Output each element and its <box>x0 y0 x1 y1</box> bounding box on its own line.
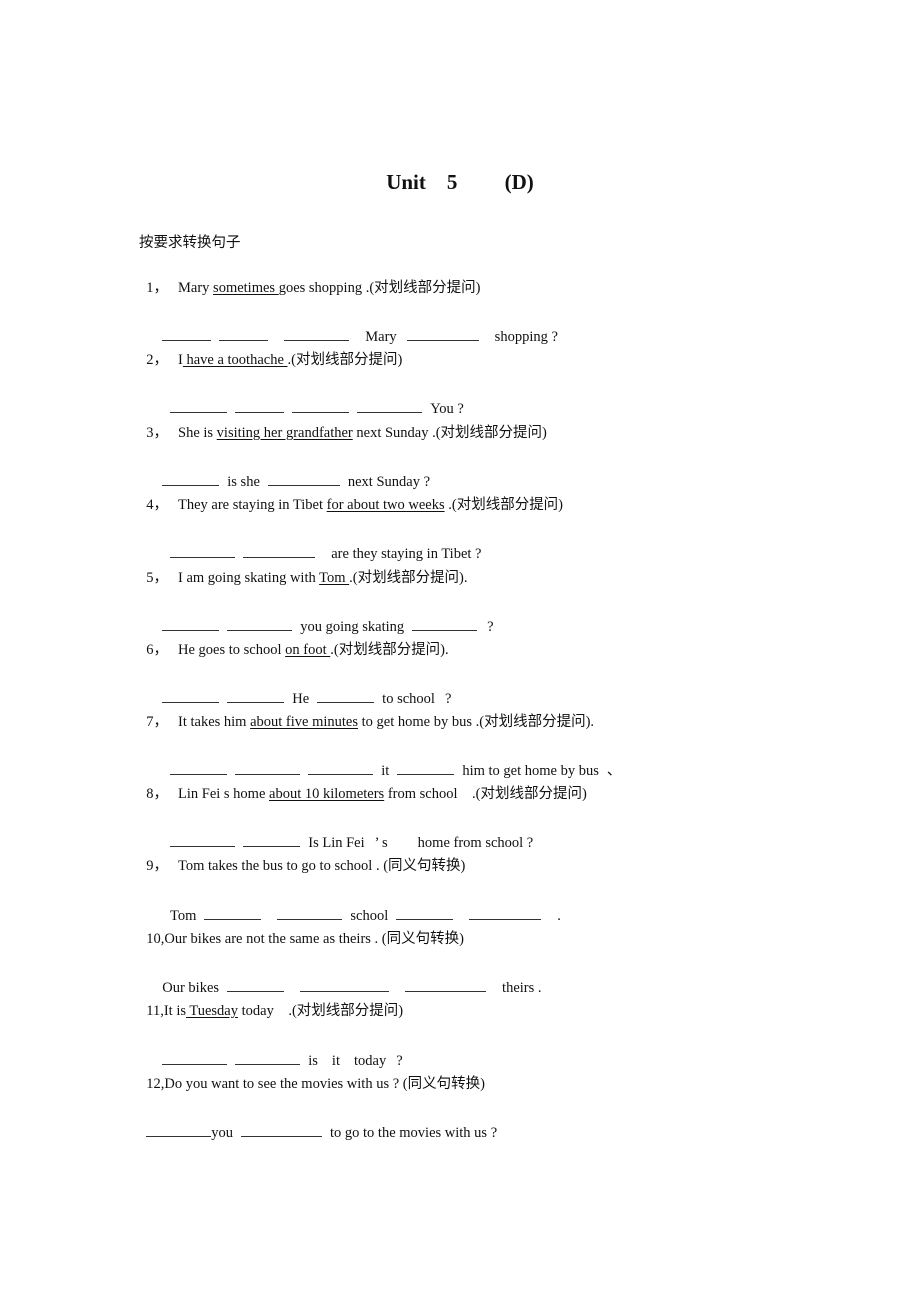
question-text: goes shopping .(对划线部分提问) <box>278 280 481 296</box>
underlined-text: Tuesday <box>186 1003 238 1019</box>
question-number: 2， <box>146 352 168 368</box>
question-text: I am going skating with <box>178 570 320 586</box>
question-text: It takes him <box>178 714 251 730</box>
question-4: 4， They are staying in Tibet for about tw… <box>139 475 563 515</box>
question-text: Lin Fei s home <box>178 786 270 802</box>
instruction: 按要求转换句子 <box>139 235 241 251</box>
underlined-text: on foot <box>285 642 331 658</box>
underlined-text: for about two weeks <box>326 497 445 513</box>
answer-text: you <box>211 1125 233 1141</box>
question-7: 7， It takes him about five minutes to get… <box>139 692 594 732</box>
question-number: 8， <box>146 786 168 802</box>
question-text: today .(对划线部分提问) <box>237 1003 404 1019</box>
question-text: Our bikes are not the same as theirs . (… <box>164 931 464 947</box>
answer-text: shopping ? <box>494 329 558 345</box>
question-text: They are staying in Tibet <box>178 497 327 513</box>
answer-text: theirs . <box>502 980 542 996</box>
question-text: Mary <box>178 280 214 296</box>
question-text: to get home by bus .(对划线部分提问). <box>358 714 595 730</box>
question-12: 12,Do you want to see the movies with us… <box>139 1054 485 1094</box>
question-number: 4， <box>146 497 168 513</box>
question-number: 1， <box>146 280 168 296</box>
answer-text: . <box>557 908 561 924</box>
question-8: 8， Lin Fei s home about 10 kilometers fro… <box>139 764 587 804</box>
question-text: Tom takes the bus to go to school . (同义句… <box>178 858 466 874</box>
question-11: 11,It is Tuesday today .(对划线部分提问) <box>139 981 403 1021</box>
underlined-text: sometimes <box>213 280 279 296</box>
underlined-text: visiting her grandfather <box>216 425 353 441</box>
question-number: 7， <box>146 714 168 730</box>
answer-12: you to go to the movies with us ? <box>139 1102 497 1143</box>
question-5: 5， I am going skating with Tom .(对划线部分提问)… <box>139 548 468 588</box>
question-3: 3， She is visiting her grandfather next S… <box>139 403 547 443</box>
question-text: from school .(对划线部分提问) <box>384 786 587 802</box>
page-title: Unit 5 (D) <box>386 170 534 194</box>
underlined-text: have a toothache <box>182 352 288 368</box>
question-text: It is <box>163 1003 186 1019</box>
answer-blank[interactable] <box>469 905 542 920</box>
question-number: 5， <box>146 570 168 586</box>
answer-blank[interactable] <box>405 977 487 992</box>
answer-blank[interactable] <box>146 1122 212 1137</box>
question-text: .(对划线部分提问) <box>444 497 564 513</box>
answer-blank[interactable] <box>241 1122 322 1137</box>
question-2: 2， I have a toothache .(对划线部分提问) <box>139 330 402 370</box>
question-1: 1， Mary sometimes goes shopping .(对划线部分提问… <box>139 258 481 298</box>
underlined-text: about 10 kilometers <box>269 786 385 802</box>
question-10: 10,Our bikes are not the same as theirs … <box>139 909 464 949</box>
question-text: Do you want to see the movies with us ? … <box>164 1076 485 1092</box>
question-number: 10, <box>146 931 165 947</box>
question-text: .(对划线部分提问) <box>287 352 403 368</box>
question-text: .(对划线部分提问). <box>330 642 449 658</box>
question-text: .(对划线部分提问). <box>349 570 468 586</box>
answer-text: 、 <box>606 763 622 779</box>
answer-text: to go to the movies with us ? <box>330 1125 498 1141</box>
question-number: 9， <box>146 858 168 874</box>
question-6: 6， He goes to school on foot .(对划线部分提问). <box>139 620 449 660</box>
question-9: 9， Tom takes the bus to go to school . (同… <box>139 836 465 876</box>
underlined-text: Tom <box>319 570 350 586</box>
question-text: She is <box>178 425 217 441</box>
question-number: 11, <box>146 1003 164 1019</box>
question-number: 3， <box>146 425 168 441</box>
question-text: next Sunday .(对划线部分提问) <box>352 425 547 441</box>
answer-blank[interactable] <box>406 326 479 341</box>
underlined-text: about five minutes <box>250 714 359 730</box>
question-text: He goes to school <box>178 642 286 658</box>
answer-text: ? <box>487 619 494 635</box>
question-number: 6， <box>146 642 168 658</box>
question-number: 12, <box>146 1076 165 1092</box>
